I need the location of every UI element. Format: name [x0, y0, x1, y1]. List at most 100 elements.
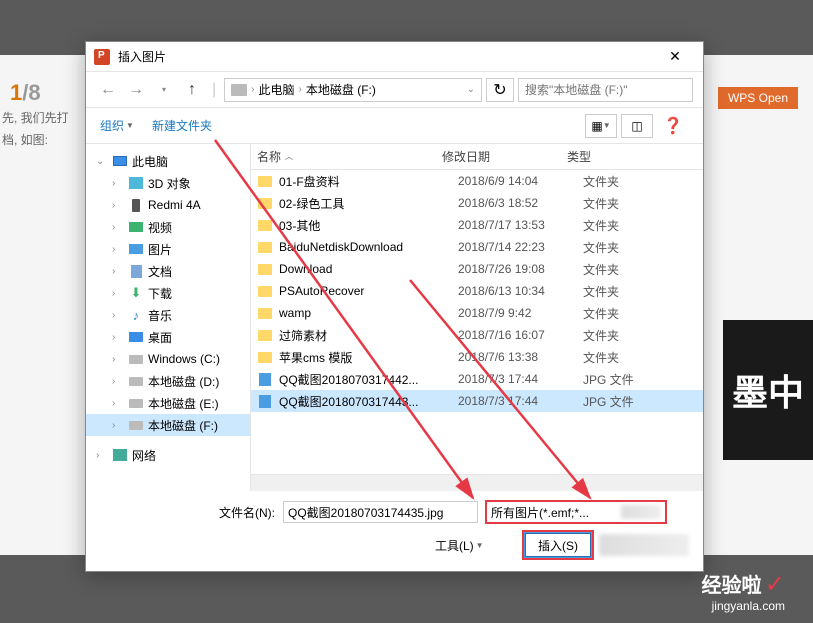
file-row[interactable]: 过筛素材2018/7/16 16:07文件夹	[251, 324, 703, 346]
tree-pictures[interactable]: ›图片	[86, 238, 250, 260]
file-date: 2018/7/26 19:08	[458, 262, 583, 276]
tree-drive-d[interactable]: ›本地磁盘 (D:)	[86, 370, 250, 392]
file-list[interactable]: 01-F盘资料2018/6/9 14:04文件夹02-绿色工具2018/6/3 …	[251, 170, 703, 474]
folder-tree: ⌄ 此电脑 ›3D 对象 ›Redmi 4A ›视频 ›图片 ›文档 ›⬇下载 …	[86, 144, 251, 491]
titlebar: 插入图片 ✕	[86, 42, 703, 72]
tree-3d-objects[interactable]: ›3D 对象	[86, 172, 250, 194]
file-date: 2018/7/14 22:23	[458, 240, 583, 254]
collapse-icon[interactable]: ⌄	[96, 156, 108, 167]
close-icon: ✕	[669, 48, 681, 65]
file-type: 文件夹	[583, 349, 619, 366]
filetype-dropdown[interactable]: 所有图片(*.emf;*...	[486, 501, 666, 523]
sort-arrow-icon: ︿	[285, 151, 293, 162]
file-name: Download	[279, 262, 458, 276]
tree-music[interactable]: ›♪音乐	[86, 304, 250, 326]
drive-icon	[231, 84, 247, 96]
tree-drive-f[interactable]: ›本地磁盘 (F:)	[86, 414, 250, 436]
tree-drive-c[interactable]: ›Windows (C:)	[86, 348, 250, 370]
file-row[interactable]: Download2018/7/26 19:08文件夹	[251, 258, 703, 280]
up-button[interactable]: ↑	[180, 78, 204, 102]
folder-icon	[257, 284, 273, 298]
file-date: 2018/7/6 13:38	[458, 350, 583, 364]
blurred-region	[599, 534, 689, 556]
insert-image-dialog: 插入图片 ✕ ← → ▾ ↑ | › 此电脑 › 本地磁盘 (F:) ⌄ ↻ 组…	[85, 41, 704, 572]
navbar: ← → ▾ ↑ | › 此电脑 › 本地磁盘 (F:) ⌄ ↻	[86, 72, 703, 108]
file-row[interactable]: 苹果cms 模版2018/7/6 13:38文件夹	[251, 346, 703, 368]
column-date[interactable]: 修改日期	[442, 148, 567, 165]
image-file-icon	[257, 394, 273, 408]
tree-downloads[interactable]: ›⬇下载	[86, 282, 250, 304]
file-type: JPG 文件	[583, 393, 634, 410]
filename-label: 文件名(N):	[100, 504, 275, 521]
search-input[interactable]	[518, 78, 693, 102]
file-row[interactable]: BaiduNetdiskDownload2018/7/14 22:23文件夹	[251, 236, 703, 258]
file-type: 文件夹	[583, 305, 619, 322]
horizontal-scrollbar[interactable]	[251, 474, 703, 491]
tree-videos[interactable]: ›视频	[86, 216, 250, 238]
file-date: 2018/6/9 14:04	[458, 174, 583, 188]
view-mode-button[interactable]: ▦▼	[585, 114, 617, 138]
powerpoint-icon	[94, 49, 110, 65]
organize-menu[interactable]: 组织▼	[100, 117, 134, 134]
file-row[interactable]: 01-F盘资料2018/6/9 14:04文件夹	[251, 170, 703, 192]
tools-menu[interactable]: 工具(L) ▼	[435, 537, 484, 554]
file-row[interactable]: wamp2018/7/9 9:42文件夹	[251, 302, 703, 324]
path-segment-drive[interactable]: 本地磁盘 (F:)	[306, 81, 376, 98]
tree-drive-e[interactable]: ›本地磁盘 (E:)	[86, 392, 250, 414]
file-row[interactable]: QQ截图2018070317442...2018/7/3 17:44JPG 文件	[251, 368, 703, 390]
file-name: QQ截图2018070317442...	[279, 371, 458, 388]
back-button[interactable]: ←	[96, 78, 120, 102]
tree-desktop[interactable]: ›桌面	[86, 326, 250, 348]
address-bar[interactable]: › 此电脑 › 本地磁盘 (F:) ⌄	[224, 78, 482, 102]
preview-pane-button[interactable]: ◫	[621, 114, 653, 138]
download-icon: ⬇	[128, 286, 144, 300]
file-row[interactable]: PSAutoRecover2018/6/13 10:34文件夹	[251, 280, 703, 302]
file-type: JPG 文件	[583, 371, 634, 388]
file-row[interactable]: 02-绿色工具2018/6/3 18:52文件夹	[251, 192, 703, 214]
column-name[interactable]: 名称 ︿	[257, 148, 442, 165]
file-name: 过筛素材	[279, 327, 458, 344]
chevron-down-icon: ▼	[126, 121, 134, 130]
file-panel: 名称 ︿ 修改日期 类型 01-F盘资料2018/6/9 14:04文件夹02-…	[251, 144, 703, 491]
dialog-title: 插入图片	[118, 48, 655, 65]
folder-icon	[257, 218, 273, 232]
file-date: 2018/6/13 10:34	[458, 284, 583, 298]
chevron-down-icon[interactable]: ⌄	[467, 84, 475, 95]
insert-button[interactable]: 插入(S)	[525, 533, 591, 557]
file-row[interactable]: QQ截图2018070317443...2018/7/3 17:44JPG 文件	[251, 390, 703, 412]
file-date: 2018/7/17 13:53	[458, 218, 583, 232]
chevron-down-icon: ▼	[476, 541, 484, 550]
folder-icon	[257, 306, 273, 320]
folder-icon	[257, 174, 273, 188]
chevron-right-icon: ›	[251, 84, 254, 95]
dialog-footer: 文件名(N): 所有图片(*.emf;*... 工具(L) ▼ 插入(S)	[86, 491, 703, 571]
folder-icon	[257, 196, 273, 210]
toolbar: 组织▼ 新建文件夹 ▦▼ ◫ ❓	[86, 108, 703, 144]
path-segment-pc[interactable]: 此电脑	[259, 81, 295, 98]
file-type: 文件夹	[583, 327, 619, 344]
tree-redmi[interactable]: ›Redmi 4A	[86, 194, 250, 216]
tree-documents[interactable]: ›文档	[86, 260, 250, 282]
new-folder-button[interactable]: 新建文件夹	[152, 117, 212, 134]
forward-button[interactable]: →	[124, 78, 148, 102]
close-button[interactable]: ✕	[655, 43, 695, 71]
filename-input[interactable]	[283, 501, 478, 523]
wps-badge: WPS Open	[718, 87, 798, 109]
tree-network[interactable]: ›网络	[86, 444, 250, 466]
help-button[interactable]: ❓	[657, 114, 689, 138]
recent-dropdown[interactable]: ▾	[152, 78, 176, 102]
file-type: 文件夹	[583, 261, 619, 278]
watermark: 经验啦 ✓ jingyanla.com	[702, 569, 785, 613]
slide-counter: 1/8	[10, 80, 41, 106]
folder-icon	[257, 328, 273, 342]
refresh-button[interactable]: ↻	[486, 78, 514, 102]
file-type: 文件夹	[583, 217, 619, 234]
file-name: 苹果cms 模版	[279, 349, 458, 366]
file-name: wamp	[279, 306, 458, 320]
column-type[interactable]: 类型	[567, 148, 697, 165]
music-icon: ♪	[128, 308, 144, 322]
file-name: PSAutoRecover	[279, 284, 458, 298]
file-date: 2018/7/3 17:44	[458, 372, 583, 386]
tree-this-pc[interactable]: ⌄ 此电脑	[86, 150, 250, 172]
file-row[interactable]: 03-其他2018/7/17 13:53文件夹	[251, 214, 703, 236]
